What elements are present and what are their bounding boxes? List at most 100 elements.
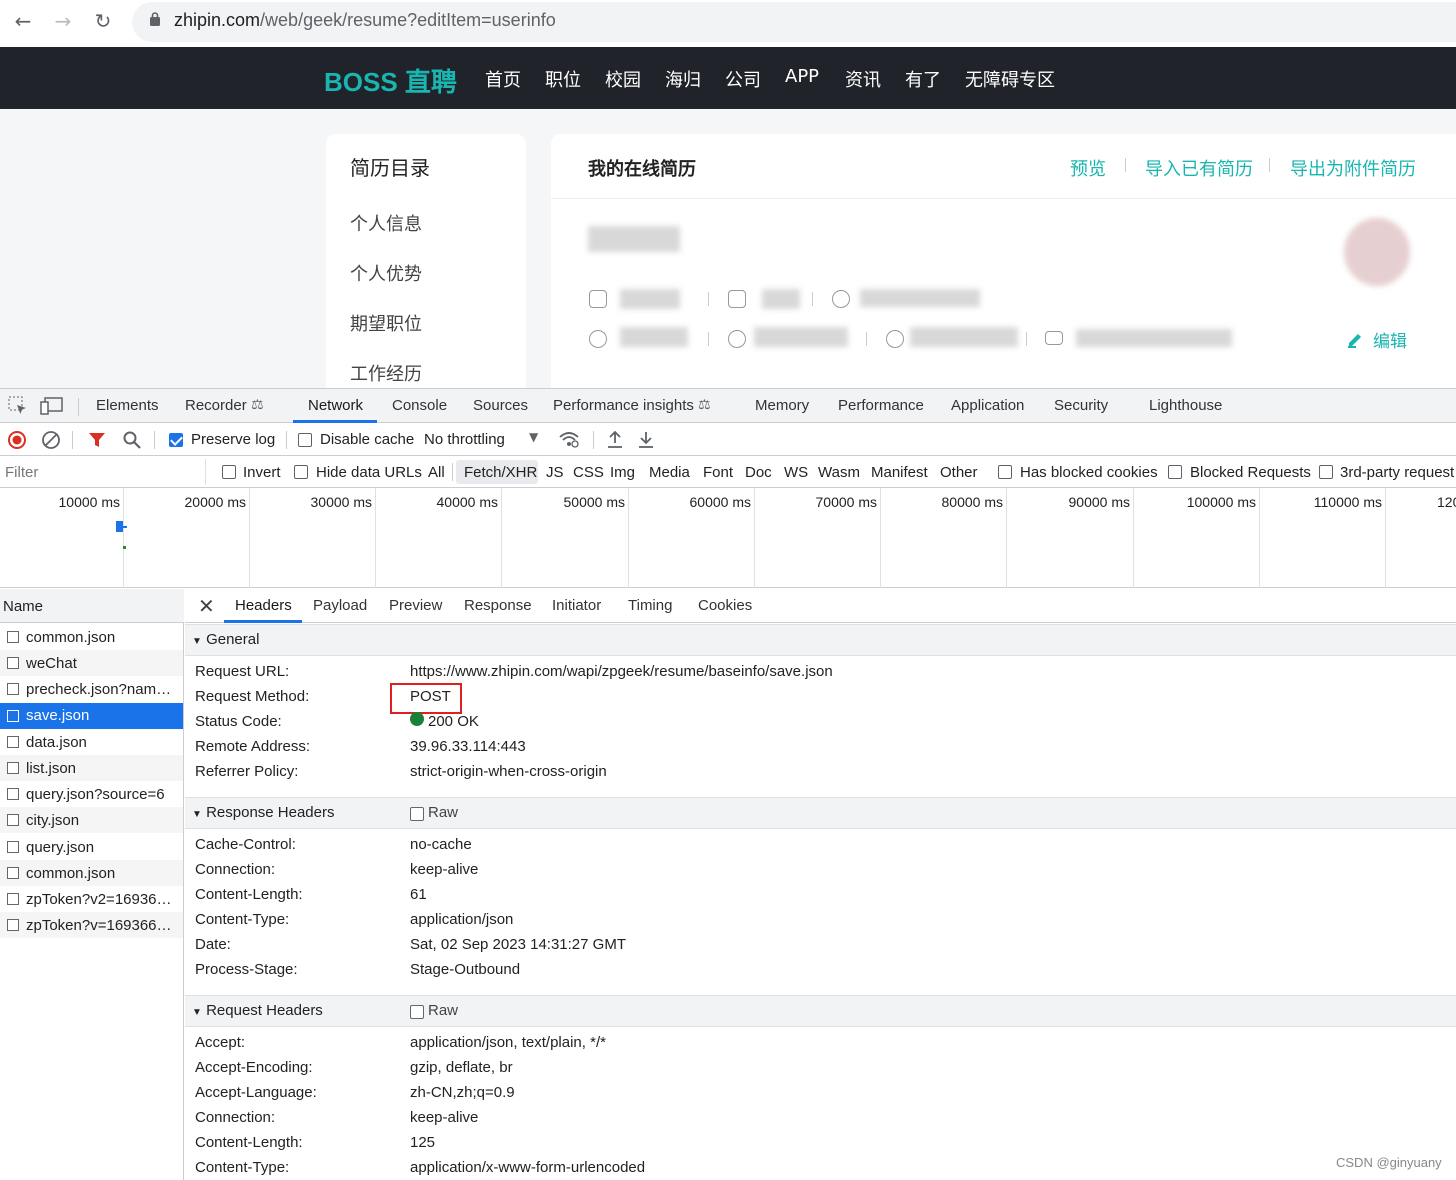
request-name[interactable]: query.json (26, 839, 176, 856)
tab-performance-insights[interactable]: Performance insights (553, 397, 694, 414)
back-icon[interactable]: ← (10, 8, 36, 34)
tab-headers[interactable]: Headers (235, 597, 292, 614)
type-filter-other[interactable]: Other (940, 464, 978, 481)
nav-overseas[interactable]: 海归 (665, 66, 701, 92)
type-filter-all[interactable]: All (428, 464, 445, 481)
tab-memory[interactable]: Memory (755, 397, 809, 414)
sidebar-item-work-experience[interactable]: 工作经历 (350, 360, 422, 386)
tab-performance[interactable]: Performance (838, 397, 924, 414)
disable-cache-label[interactable]: Disable cache (320, 431, 414, 448)
tab-payload[interactable]: Payload (313, 597, 367, 614)
response-headers-section-header[interactable] (185, 797, 1456, 829)
nav-app[interactable]: APP (785, 66, 819, 87)
general-section-header[interactable] (185, 624, 1456, 656)
response-headers-title[interactable]: ▼ Response Headers (192, 804, 335, 821)
raw-label[interactable]: Raw (428, 1002, 458, 1019)
tab-elements[interactable]: Elements (96, 397, 159, 414)
tab-response[interactable]: Response (464, 597, 532, 614)
tab-recorder[interactable]: Recorder (185, 397, 247, 414)
tab-security[interactable]: Security (1054, 397, 1108, 414)
request-name[interactable]: zpToken?v2=169366... (26, 891, 176, 908)
filter-icon[interactable] (88, 431, 106, 449)
request-name[interactable]: common.json (26, 629, 176, 646)
tab-preview[interactable]: Preview (389, 597, 442, 614)
request-row-checkbox[interactable] (7, 814, 19, 826)
general-section-title[interactable]: ▼ General (192, 631, 259, 648)
request-name[interactable]: list.json (26, 760, 176, 777)
request-name[interactable]: data.json (26, 734, 176, 751)
type-filter-doc[interactable]: Doc (745, 464, 772, 481)
tab-initiator[interactable]: Initiator (552, 597, 601, 614)
device-toolbar-icon[interactable] (40, 396, 64, 416)
third-party-checkbox[interactable] (1319, 465, 1333, 479)
reload-icon[interactable]: ↻ (90, 8, 116, 34)
url-text[interactable]: zhipin.com/web/geek/resume?editItem=user… (174, 10, 556, 31)
type-filter-js[interactable]: JS (546, 464, 564, 481)
clear-icon[interactable] (41, 430, 61, 450)
request-row-checkbox[interactable] (7, 657, 19, 669)
type-filter-manifest[interactable]: Manifest (871, 464, 928, 481)
nav-campus[interactable]: 校园 (605, 66, 641, 92)
nav-youle[interactable]: 有了 (905, 66, 941, 92)
import-resume-link[interactable]: 导入已有简历 (1145, 155, 1253, 181)
raw-checkbox[interactable] (410, 807, 424, 821)
request-row-checkbox[interactable] (7, 683, 19, 695)
preserve-log-checkbox[interactable] (169, 433, 183, 447)
invert-label[interactable]: Invert (243, 464, 281, 481)
tab-cookies[interactable]: Cookies (698, 597, 752, 614)
request-row-checkbox[interactable] (7, 867, 19, 879)
hide-data-urls-label[interactable]: Hide data URLs (316, 464, 422, 481)
request-name[interactable]: city.json (26, 812, 176, 829)
request-row-checkbox[interactable] (7, 893, 19, 905)
request-name-selected[interactable]: save.json (26, 707, 176, 724)
preview-link[interactable]: 预览 (1070, 155, 1106, 181)
request-row-checkbox[interactable] (7, 710, 19, 722)
blocked-requests-label[interactable]: Blocked Requests (1190, 464, 1311, 481)
request-row-checkbox[interactable] (7, 919, 19, 931)
third-party-label[interactable]: 3rd-party request (1340, 464, 1454, 481)
tab-sources[interactable]: Sources (473, 397, 528, 414)
close-icon[interactable]: ✕ (198, 594, 215, 618)
hide-data-urls-checkbox[interactable] (294, 465, 308, 479)
blocked-requests-checkbox[interactable] (1168, 465, 1182, 479)
tab-network[interactable]: Network (308, 397, 363, 414)
sidebar-item-expected-job[interactable]: 期望职位 (350, 310, 422, 336)
sidebar-item-advantages[interactable]: 个人优势 (350, 260, 422, 286)
request-row-checkbox[interactable] (7, 631, 19, 643)
nav-accessibility[interactable]: 无障碍专区 (965, 66, 1055, 92)
has-blocked-cookies-label[interactable]: Has blocked cookies (1020, 464, 1158, 481)
search-icon[interactable] (122, 430, 142, 450)
request-name[interactable]: zpToken?v=1693665... (26, 917, 176, 934)
type-filter-ws[interactable]: WS (784, 464, 808, 481)
request-name[interactable]: precheck.json?name... (26, 681, 176, 698)
inspect-element-icon[interactable] (8, 396, 28, 416)
lock-icon[interactable] (150, 12, 160, 26)
has-blocked-cookies-checkbox[interactable] (998, 465, 1012, 479)
forward-icon[interactable]: → (50, 8, 76, 34)
edit-icon[interactable] (1346, 328, 1366, 348)
tab-console[interactable]: Console (392, 397, 447, 414)
tab-lighthouse[interactable]: Lighthouse (1149, 397, 1222, 414)
type-filter-css[interactable]: CSS (573, 464, 604, 481)
tab-timing[interactable]: Timing (628, 597, 672, 614)
tab-application[interactable]: Application (951, 397, 1024, 414)
invert-checkbox[interactable] (222, 465, 236, 479)
chevron-down-icon[interactable]: ▼ (529, 430, 538, 444)
request-row-checkbox[interactable] (7, 762, 19, 774)
nav-home[interactable]: 首页 (485, 66, 521, 92)
type-filter-img[interactable]: Img (610, 464, 635, 481)
record-stop-icon[interactable] (7, 430, 27, 450)
raw-checkbox[interactable] (410, 1005, 424, 1019)
export-har-icon[interactable] (637, 429, 655, 449)
request-name[interactable]: common.json (26, 865, 176, 882)
request-headers-section-header[interactable] (185, 995, 1456, 1027)
type-filter-font[interactable]: Font (703, 464, 733, 481)
nav-news[interactable]: 资讯 (845, 66, 881, 92)
request-name[interactable]: query.json?source=6 (26, 786, 176, 803)
nav-company[interactable]: 公司 (725, 66, 761, 92)
raw-label[interactable]: Raw (428, 804, 458, 821)
filter-placeholder[interactable]: Filter (5, 464, 38, 481)
edit-button[interactable]: 编辑 (1373, 327, 1407, 352)
request-row-checkbox[interactable] (7, 841, 19, 853)
import-har-icon[interactable] (606, 429, 624, 449)
